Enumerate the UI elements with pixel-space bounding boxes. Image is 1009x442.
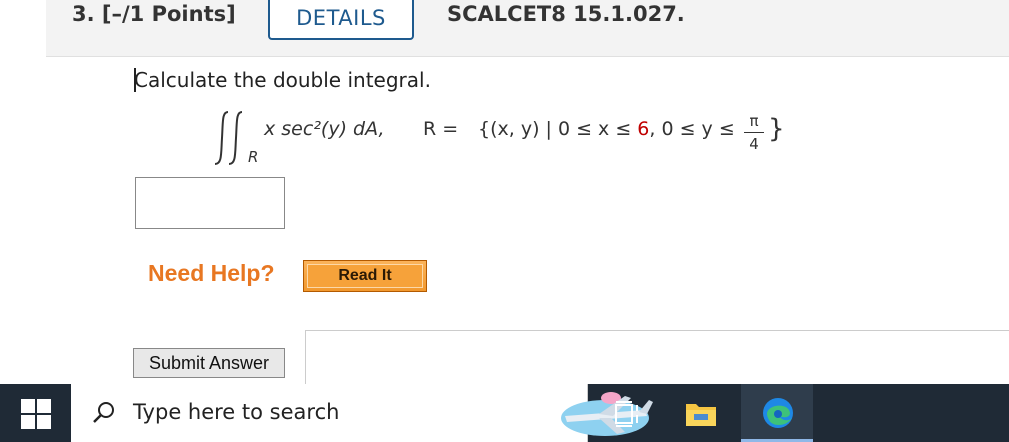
- pi-over-4-fraction: π 4: [744, 112, 764, 153]
- task-view-icon[interactable]: [613, 399, 643, 429]
- taskbar-search-box[interactable]: Type here to search: [71, 384, 653, 442]
- edge-taskbar-item[interactable]: [741, 384, 813, 442]
- double-integral-symbol: R: [214, 111, 258, 166]
- question-number-points: 3. [–/1 Points]: [72, 2, 236, 26]
- edge-browser-icon: [763, 398, 793, 428]
- feedback-panel: [305, 330, 1009, 387]
- double-integral-expression: R x sec²(y) dA, R = {(x, y) | 0 ≤ x ≤ 6,…: [210, 108, 830, 168]
- file-explorer-icon[interactable]: [684, 398, 718, 430]
- set-close: }: [768, 114, 785, 144]
- windows-taskbar: Type here to search: [0, 384, 1009, 442]
- region-label: R =: [423, 118, 459, 140]
- details-button[interactable]: DETAILS: [268, 0, 414, 40]
- need-help-label: Need Help?: [148, 260, 275, 286]
- x-upper-bound: 6: [637, 118, 650, 140]
- course-code: SCALCET8 15.1.027.: [447, 2, 685, 26]
- question-header: 3. [–/1 Points] DETAILS SCALCET8 15.1.02…: [0, 0, 1009, 57]
- windows-start-icon[interactable]: [20, 398, 52, 430]
- integrand: x sec²(y) dA,: [264, 118, 385, 140]
- submit-answer-button[interactable]: Submit Answer: [133, 348, 285, 378]
- read-it-button[interactable]: Read It: [303, 260, 427, 292]
- answer-input[interactable]: [135, 177, 285, 229]
- problem-prompt: Calculate the double integral.: [134, 68, 431, 92]
- set-mid: , 0 ≤ y ≤: [649, 118, 735, 140]
- region-subscript: R: [248, 148, 258, 166]
- search-icon: [93, 402, 114, 423]
- set-open: {(x, y) | 0 ≤ x ≤: [478, 118, 638, 140]
- frac-denominator: 4: [749, 135, 759, 153]
- region-set: {(x, y) | 0 ≤ x ≤ 6, 0 ≤ y ≤: [478, 118, 735, 140]
- frac-numerator: π: [749, 112, 759, 130]
- search-placeholder: Type here to search: [133, 400, 340, 424]
